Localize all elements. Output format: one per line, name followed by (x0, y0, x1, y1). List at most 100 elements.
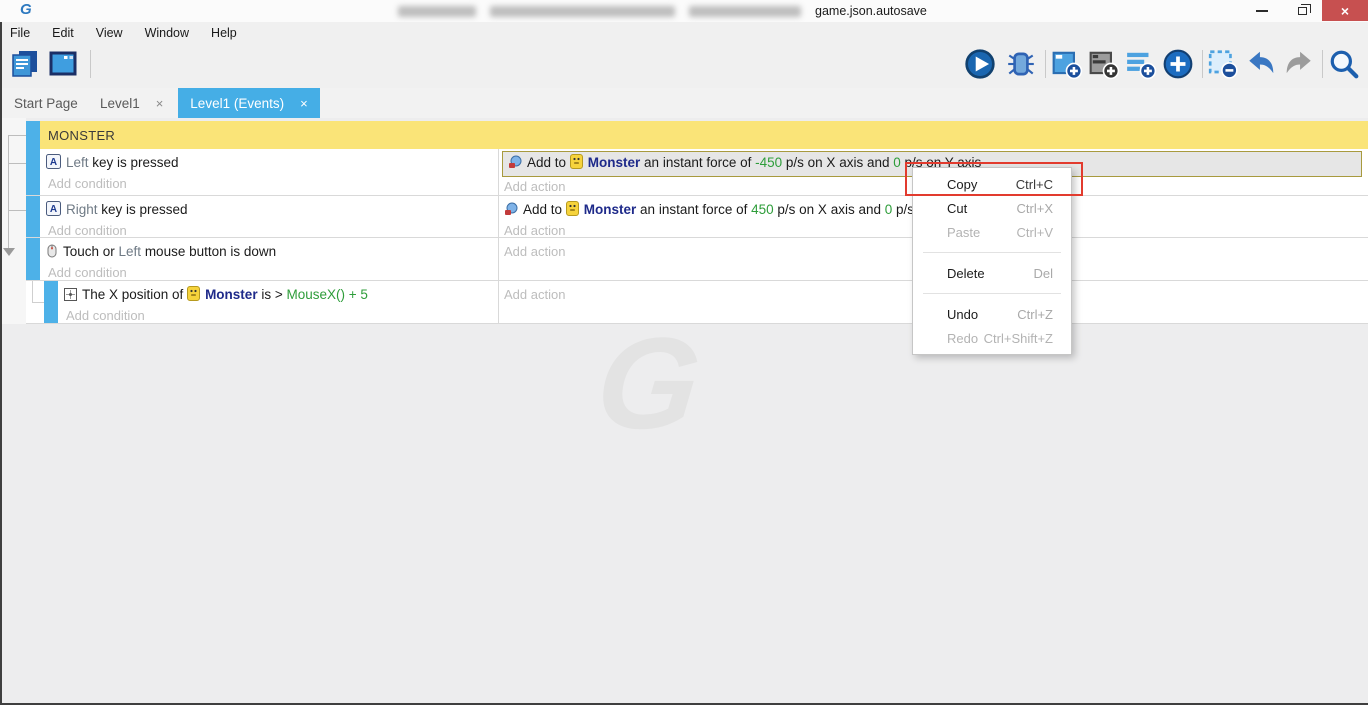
add-condition-link[interactable]: Add condition (64, 306, 498, 326)
text-part: an instant force of (640, 155, 755, 170)
undo-icon (1245, 48, 1277, 80)
context-menu-item-redo: Redo Ctrl+Shift+Z (913, 326, 1071, 350)
event-bar (26, 149, 40, 195)
tab-close-icon[interactable]: × (300, 96, 308, 111)
search-icon (1328, 48, 1360, 80)
title-text: game.json.autosave (815, 4, 927, 18)
menu-item-shortcut: Ctrl+Z (1017, 307, 1053, 322)
mouse-icon (46, 244, 58, 263)
toolbar-separator (1045, 50, 1046, 78)
add-sub-event-button[interactable] (1087, 47, 1121, 81)
gdevelop-logo-icon: G (20, 1, 32, 18)
minimize-button[interactable] (1242, 0, 1282, 21)
undo-button[interactable] (1244, 47, 1278, 81)
add-event-button[interactable] (1050, 47, 1084, 81)
context-menu-item-cut[interactable]: Cut Ctrl+X (913, 196, 1071, 220)
event-row[interactable]: ALeft key is pressed Add condition Add t… (26, 149, 1368, 196)
condition-text[interactable]: A Right key is pressed (46, 196, 498, 221)
window-title: game.json.autosave (398, 0, 927, 22)
text-part: Left (119, 244, 145, 259)
context-menu-item-undo[interactable]: Undo Ctrl+Z (913, 302, 1071, 326)
tab-level1[interactable]: Level1 × (96, 88, 167, 118)
text-part: Monster (584, 202, 637, 217)
text-part: The X position of (82, 287, 187, 302)
events-rows: MONSTER A Left key is pressed Add conditi… (26, 121, 1368, 324)
menu-view[interactable]: View (85, 22, 134, 44)
menu-item-shortcut: Ctrl+Shift+Z (984, 331, 1053, 346)
menu-item-shortcut: Ctrl+X (1017, 201, 1053, 216)
event-row[interactable]: ARight key is pressed Add condition Add … (26, 196, 1368, 238)
conditions-cell: Touch or Left mouse button is down Add c… (40, 238, 498, 280)
text-part: is (258, 287, 275, 302)
search-button[interactable] (1327, 47, 1361, 81)
redacted-title-segment (490, 6, 675, 17)
group-header-row[interactable]: MONSTER (26, 121, 1368, 149)
tab-close-icon[interactable]: × (156, 96, 164, 111)
tab-start-page[interactable]: Start Page (10, 88, 82, 118)
minimize-icon (1256, 10, 1268, 12)
add-button[interactable] (1161, 47, 1195, 81)
svg-text:A: A (50, 157, 57, 168)
menu-edit[interactable]: Edit (41, 22, 85, 44)
toolbar-separator (1322, 50, 1323, 78)
redacted-title-segment (689, 6, 801, 17)
menu-item-shortcut: Ctrl+V (1017, 225, 1053, 240)
menu-item-label: Delete (947, 266, 985, 281)
event-bar (26, 238, 40, 280)
tree-line (8, 135, 26, 136)
menu-window[interactable]: Window (134, 22, 200, 44)
tree-line (8, 135, 9, 253)
condition-text[interactable]: The X position of Monster is > MouseX() … (64, 281, 498, 306)
monster-icon (566, 201, 579, 221)
context-menu-item-delete[interactable]: Delete Del (913, 261, 1071, 285)
text-part: Monster (588, 155, 641, 170)
condition-text[interactable]: Touch or Left mouse button is down (46, 238, 498, 263)
event-row[interactable]: Touch or Left mouse button is down Add c… (26, 238, 1368, 281)
context-menu-item-copy[interactable]: Copy Ctrl+C (913, 172, 1071, 196)
redacted-title-segment (398, 6, 476, 17)
scene-editor-button[interactable] (46, 47, 80, 81)
add-condition-link[interactable]: Add condition (46, 174, 498, 194)
hand-icon (508, 155, 522, 174)
tab-level1-events[interactable]: Level1 (Events) × (178, 88, 320, 118)
debug-button[interactable] (1004, 47, 1038, 81)
menu-item-label: Paste (947, 225, 980, 240)
text-part: Left (66, 155, 92, 170)
redo-button[interactable] (1282, 47, 1316, 81)
tab-label: Start Page (14, 96, 78, 111)
position-icon (64, 287, 77, 306)
text-part: MouseX() + 5 (286, 287, 367, 302)
tree-line (32, 302, 44, 303)
add-condition-link[interactable]: Add condition (46, 263, 498, 283)
text-part: p/s on X axis and (782, 155, 893, 170)
toolbar-separator (1202, 50, 1203, 78)
restore-button[interactable] (1282, 0, 1322, 21)
condition-text[interactable]: ALeft key is pressed (46, 149, 498, 174)
key-a-icon: A (46, 201, 61, 221)
menu-item-label: Redo (947, 331, 978, 346)
text-part: key is pressed (101, 202, 187, 217)
project-manager-button[interactable] (8, 47, 42, 81)
title-bar: G game.json.autosave × (0, 0, 1368, 22)
menu-help[interactable]: Help (200, 22, 248, 44)
add-comment-button[interactable] (1124, 47, 1158, 81)
menu-item-label: Copy (947, 177, 977, 192)
tree-line (32, 281, 33, 303)
hand-icon (504, 202, 518, 221)
text-part: Add to (527, 155, 570, 170)
play-icon (964, 48, 996, 80)
key-a-icon: A (46, 154, 61, 174)
restore-icon (1298, 7, 1307, 15)
menu-item-shortcut: Del (1033, 266, 1053, 281)
text-part: Right (66, 202, 101, 217)
svg-text:A: A (50, 204, 57, 215)
play-button[interactable] (963, 47, 997, 81)
expander-arrow-icon[interactable] (3, 248, 15, 256)
conditions-cell: The X position of Monster is > MouseX() … (58, 281, 498, 323)
context-menu: Copy Ctrl+C Cut Ctrl+X Paste Ctrl+V Dele… (912, 167, 1072, 355)
context-menu-item-paste: Paste Ctrl+V (913, 220, 1071, 244)
redo-icon (1283, 48, 1315, 80)
delete-selection-button[interactable] (1206, 47, 1240, 81)
close-button[interactable]: × (1322, 0, 1368, 21)
menu-file[interactable]: File (2, 22, 41, 44)
